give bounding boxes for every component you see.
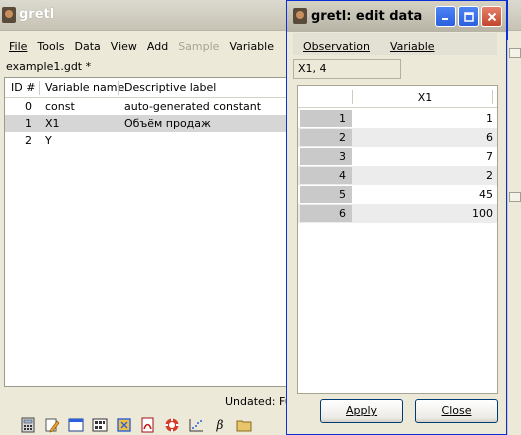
menu-file[interactable]: File <box>4 38 32 56</box>
variable-id: 1 <box>25 117 32 130</box>
data-row[interactable]: 6 100 <box>298 204 497 223</box>
close-button[interactable]: Close <box>415 399 498 423</box>
column-separator <box>492 90 493 104</box>
close-icon <box>487 12 496 21</box>
variable-id: 2 <box>25 134 32 147</box>
variable-row-const[interactable]: 0 const auto-generated constant <box>5 98 289 115</box>
cell-value[interactable]: 6 <box>354 128 493 147</box>
calculator-icon[interactable] <box>18 416 38 434</box>
menu-data[interactable]: Data <box>70 38 106 56</box>
cell-value[interactable]: 100 <box>354 204 493 223</box>
maximize-button[interactable] <box>458 6 479 27</box>
menu-view-label: View <box>110 40 137 53</box>
scroll-thumb[interactable] <box>509 192 521 202</box>
ols-beta-icon[interactable]: β <box>210 416 230 434</box>
cell-value[interactable]: 1 <box>354 109 493 128</box>
variable-row-y[interactable]: 2 Y <box>5 132 289 149</box>
desktop: gretl File Tools Data View Add Sample Va… <box>0 0 521 435</box>
dataset-filename: example1.gdt * <box>6 60 92 73</box>
main-toolbar: β <box>18 416 254 434</box>
menu-file-label: File <box>9 40 28 53</box>
cell-value[interactable]: 7 <box>354 147 493 166</box>
data-row[interactable]: 5 45 <box>298 185 497 204</box>
status-text: Undated: Fu <box>225 395 292 408</box>
column-separator <box>39 81 40 95</box>
dialog-title: gretl: edit data <box>311 9 423 24</box>
variable-name: X1 <box>45 117 60 130</box>
menu-observation[interactable]: Observation <box>297 38 376 56</box>
cell-value[interactable]: 45 <box>354 185 493 204</box>
folder-icon[interactable] <box>234 416 254 434</box>
close-window-button[interactable] <box>481 6 502 27</box>
menu-variable[interactable]: Variable <box>224 38 279 56</box>
scroll-up-arrow-icon[interactable] <box>509 48 521 58</box>
pdf-manual-icon[interactable] <box>138 416 158 434</box>
data-row[interactable]: 4 2 <box>298 166 497 185</box>
menu-tools[interactable]: Tools <box>32 38 69 56</box>
variable-label: Объём продаж <box>124 117 211 130</box>
minimize-icon <box>442 18 448 20</box>
variable-row-x1[interactable]: 1 X1 Объём продаж <box>5 115 289 132</box>
data-row[interactable]: 3 7 <box>298 147 497 166</box>
variable-name: Y <box>45 134 52 147</box>
data-grid-header: X1 <box>298 86 497 108</box>
menu-view[interactable]: View <box>106 38 142 56</box>
observation-number: 1 <box>300 110 352 127</box>
session-icon[interactable] <box>90 416 110 434</box>
variable-list[interactable]: ID # Variable name Descriptive label 0 c… <box>4 77 290 387</box>
variable-list-header: ID # Variable name Descriptive label <box>5 78 289 98</box>
edit-script-icon[interactable] <box>42 416 62 434</box>
variable-name: const <box>45 100 75 113</box>
menu-sample-label: Sample <box>178 40 220 53</box>
observation-number: 2 <box>300 129 352 146</box>
function-package-icon[interactable] <box>114 416 134 434</box>
menu-dialog-variable-label: Variable <box>389 40 435 53</box>
observation-number: 6 <box>300 205 352 222</box>
apply-button-label: Apply <box>345 404 378 417</box>
menu-add[interactable]: Add <box>142 38 173 56</box>
observation-number: 5 <box>300 186 352 203</box>
column-separator <box>118 81 119 95</box>
close-button-label: Close <box>441 404 472 417</box>
menu-data-label: Data <box>74 40 101 53</box>
column-header-x1[interactable]: X1 <box>353 91 497 104</box>
help-lifebuoy-icon[interactable] <box>162 416 182 434</box>
gretl-app-icon <box>293 8 307 24</box>
column-header-id[interactable]: ID # <box>11 81 35 94</box>
menu-tools-label: Tools <box>37 40 65 53</box>
main-window-scroll-edge <box>507 40 521 435</box>
variable-id: 0 <box>25 100 32 113</box>
edit-data-dialog: gretl: edit data Observation Variable X1… <box>286 0 507 435</box>
cell-value[interactable]: 2 <box>354 166 493 185</box>
main-window-title: gretl <box>19 7 55 22</box>
dialog-titlebar[interactable]: gretl: edit data <box>287 1 506 32</box>
variable-label: auto-generated constant <box>124 100 262 113</box>
menu-observation-label: Observation <box>303 40 370 53</box>
maximize-icon <box>463 11 474 22</box>
data-row[interactable]: 1 1 <box>298 109 497 128</box>
console-icon[interactable] <box>66 416 86 434</box>
main-menubar: File Tools Data View Add Sample Variable <box>4 38 279 56</box>
observation-number: 3 <box>300 148 352 165</box>
menu-dialog-variable[interactable]: Variable <box>384 38 441 56</box>
data-grid[interactable]: X1 1 1 2 6 3 7 4 2 5 45 6 100 <box>297 85 498 394</box>
menu-variable-label: Variable <box>229 40 274 53</box>
observation-number: 4 <box>300 167 352 184</box>
column-header-name[interactable]: Variable name <box>45 81 124 94</box>
apply-button[interactable]: Apply <box>320 399 403 423</box>
minimize-button[interactable] <box>435 6 456 27</box>
scatter-plot-icon[interactable] <box>186 416 206 434</box>
menu-add-label: Add <box>146 40 169 53</box>
menu-sample: Sample <box>173 38 224 56</box>
cell-reference-field[interactable]: X1, 4 <box>293 59 401 79</box>
gretl-app-icon <box>2 7 16 23</box>
data-row[interactable]: 2 6 <box>298 128 497 147</box>
dialog-menubar: Observation Variable <box>297 38 441 56</box>
column-header-label[interactable]: Descriptive label <box>124 81 216 94</box>
